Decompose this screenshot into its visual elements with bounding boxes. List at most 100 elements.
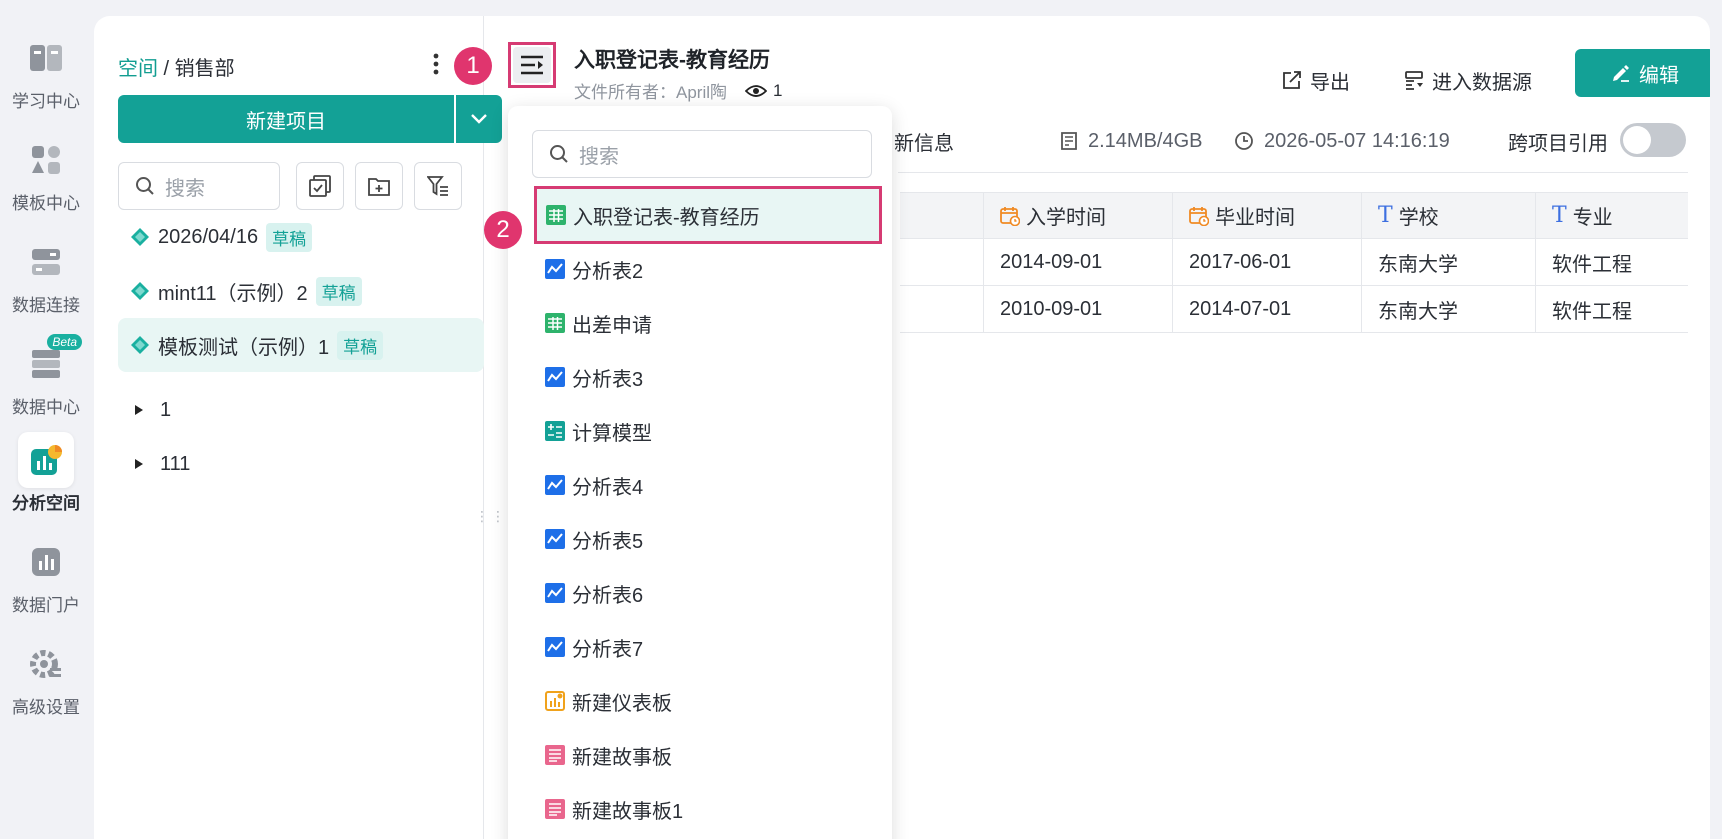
breadcrumb: 空间 / 销售部: [118, 52, 235, 81]
catalog-item[interactable]: 计算模型: [538, 404, 878, 458]
draft-badge: 草稿: [315, 276, 362, 306]
new-project-dropdown-button[interactable]: [456, 95, 502, 143]
clock-icon: [1235, 132, 1253, 150]
catalog-item[interactable]: 分析表2: [538, 242, 878, 296]
new-folder-button[interactable]: [355, 162, 403, 210]
folder-item[interactable]: 111: [134, 444, 190, 484]
calc-model-icon: [544, 420, 566, 442]
table-header-cell[interactable]: 入学时间: [984, 193, 1173, 238]
menu-list-icon: [521, 55, 543, 75]
edit-label: 编辑: [1639, 64, 1679, 87]
table-cell: 2017-06-01: [1173, 239, 1362, 285]
table-cell: 2014-07-01: [1173, 286, 1362, 332]
pencil-icon: [1613, 65, 1629, 82]
batch-select-button[interactable]: [296, 162, 344, 210]
nav-analysis-space[interactable]: 分析空间: [0, 432, 92, 514]
catalog-item[interactable]: 分析表4: [538, 458, 878, 512]
nav-data-portal[interactable]: 数据门户: [0, 534, 92, 616]
nav-label: 高级设置: [12, 698, 80, 717]
catalog-menu-button[interactable]: [508, 42, 556, 88]
page-title: 入职登记表-教育经历: [574, 49, 770, 72]
catalog-item[interactable]: 新建仪表板: [538, 674, 878, 728]
breadcrumb-space-link[interactable]: 空间: [118, 58, 158, 80]
advanced-settings-icon: [18, 636, 74, 692]
analysis-table-icon: [544, 636, 566, 658]
analysis-table-icon: [544, 528, 566, 550]
view-count: 1: [745, 81, 782, 101]
nav-data-center[interactable]: Beta 数据中心: [0, 334, 92, 418]
info-tab-partial[interactable]: 新信息: [894, 126, 954, 156]
table-cell: [900, 286, 984, 332]
catalog-item[interactable]: 分析表6: [538, 566, 878, 620]
storage-icon: [1061, 132, 1077, 150]
nav-label: 数据门户: [12, 596, 80, 615]
catalog-item-current[interactable]: 入职登记表-教育经历: [534, 186, 882, 244]
nav-advanced-settings[interactable]: 高级设置: [0, 636, 92, 718]
nav-learning-center[interactable]: 学习中心: [0, 30, 92, 112]
resize-handle-icon[interactable]: ⋮⋮: [475, 509, 507, 523]
catalog-item[interactable]: 出差申请: [538, 296, 878, 350]
table-cell: 2010-09-01: [984, 286, 1173, 332]
workspace-card: 空间 / 销售部 新建项目 搜索 2026/04/16 草稿 mint11（示例…: [94, 16, 1710, 839]
dashboard-icon: [544, 690, 566, 712]
nav-label: 分析空间: [12, 494, 80, 513]
eye-icon: [745, 84, 768, 97]
analysis-space-icon: [18, 432, 74, 488]
project-search-input[interactable]: 搜索: [118, 162, 280, 210]
date-field-icon: [1189, 206, 1209, 226]
table-header-cell[interactable]: 毕业时间: [1173, 193, 1362, 238]
app-nav-rail: 学习中心 模板中心 数据连接 Beta 数据中心 分析空间 数据门户 高级设置: [0, 0, 92, 839]
project-diamond-icon: [131, 282, 149, 300]
catalog-item[interactable]: 分析表7: [538, 620, 878, 674]
analysis-table-icon: [544, 474, 566, 496]
catalog-item-label: 出差申请: [572, 314, 652, 337]
update-time: 2026-05-07 14:16:19: [1234, 126, 1450, 156]
cross-project-ref-toggle[interactable]: [1620, 123, 1686, 157]
beta-badge: Beta: [47, 334, 82, 350]
storage-usage: 2.14MB/4GB: [1060, 126, 1203, 156]
filter-sort-button[interactable]: [414, 162, 462, 210]
search-placeholder: 搜索: [165, 177, 205, 200]
table-header-cell[interactable]: T 专业: [1536, 193, 1688, 238]
draft-badge: 草稿: [337, 330, 384, 360]
project-diamond-icon: [131, 228, 149, 246]
open-datasource-button[interactable]: 进入数据源: [1404, 60, 1532, 100]
project-item[interactable]: 2026/04/16 草稿: [118, 210, 484, 264]
export-button[interactable]: 导出: [1282, 60, 1350, 100]
filter-icon: [427, 176, 448, 196]
catalog-item[interactable]: 分析表3: [538, 350, 878, 404]
nav-template-center[interactable]: 模板中心: [0, 132, 92, 214]
table-header-row: 入学时间 毕业时间 T 学校 T 专业: [900, 192, 1688, 239]
search-placeholder: 搜索: [579, 145, 619, 168]
nav-data-connection[interactable]: 数据连接: [0, 234, 92, 316]
new-project-button[interactable]: 新建项目: [118, 95, 454, 143]
table-row[interactable]: 2014-09-01 2017-06-01 东南大学 软件工程: [900, 239, 1688, 286]
cross-project-ref: 跨项目引用: [1508, 126, 1608, 156]
catalog-item-label: 新建故事板: [572, 746, 672, 769]
more-options-button[interactable]: [424, 50, 448, 78]
project-item[interactable]: mint11（示例）2 草稿: [118, 264, 484, 318]
project-sidebar: 空间 / 销售部 新建项目 搜索 2026/04/16 草稿 mint11（示例…: [94, 16, 505, 839]
table-row[interactable]: 2010-09-01 2014-07-01 东南大学 软件工程: [900, 286, 1688, 333]
search-icon: [550, 145, 568, 163]
breadcrumb-separator: /: [158, 58, 175, 80]
catalog-search-input[interactable]: 搜索: [532, 130, 872, 178]
catalog-item-label: 分析表7: [572, 638, 644, 661]
folder-name: 111: [160, 452, 191, 475]
project-item-selected[interactable]: 模板测试（示例）1 草稿: [118, 318, 484, 372]
data-portal-icon: [18, 534, 74, 590]
table-header-cell[interactable]: T 学校: [1362, 193, 1536, 238]
catalog-item[interactable]: 新建故事板: [538, 728, 878, 782]
catalog-item[interactable]: 分析表5: [538, 512, 878, 566]
catalog-item-label: 分析表5: [572, 530, 644, 553]
storyboard-icon: [544, 744, 566, 766]
caret-right-icon: [135, 459, 143, 469]
storage-value: 2.14MB/4GB: [1088, 129, 1203, 152]
nav-label: 数据连接: [12, 296, 80, 315]
edit-button[interactable]: 编辑: [1575, 49, 1710, 97]
analysis-table-icon: [544, 258, 566, 280]
nav-label: 模板中心: [12, 194, 80, 213]
folder-item[interactable]: 1: [134, 390, 171, 430]
table-header-cell[interactable]: [900, 193, 984, 238]
catalog-item[interactable]: 新建故事板1: [538, 782, 878, 836]
